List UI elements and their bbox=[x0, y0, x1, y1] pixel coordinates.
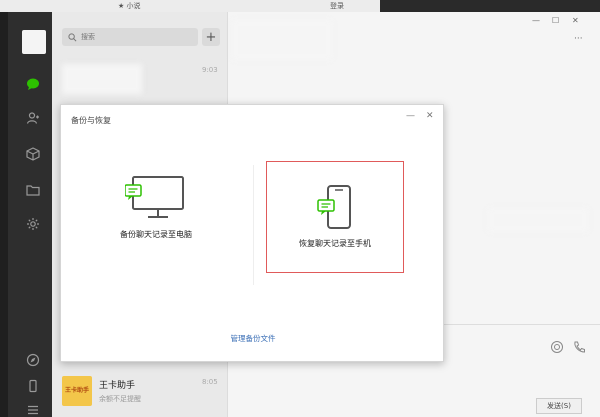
settings-icon[interactable] bbox=[23, 214, 43, 234]
compass-icon[interactable] bbox=[23, 350, 43, 370]
chat-icon[interactable] bbox=[23, 74, 43, 94]
phone-icon[interactable] bbox=[23, 376, 43, 396]
blurred-header bbox=[232, 20, 332, 60]
restore-option-label: 恢复聊天记录至手机 bbox=[299, 239, 371, 248]
chat-time: 9:03 bbox=[202, 66, 218, 74]
search-placeholder: 搜索 bbox=[81, 33, 95, 41]
sidebar-edge bbox=[0, 12, 8, 417]
blurred-message bbox=[488, 208, 588, 232]
close-window-button[interactable]: ✕ bbox=[572, 16, 579, 25]
add-button[interactable]: + bbox=[202, 28, 220, 46]
top-dark-region bbox=[380, 0, 600, 12]
contacts-icon[interactable] bbox=[23, 108, 43, 128]
login-link[interactable]: 登录 bbox=[330, 1, 344, 11]
option-divider bbox=[253, 165, 254, 285]
icon-sidebar bbox=[0, 12, 52, 417]
contact-time: 8:05 bbox=[202, 378, 218, 386]
backup-restore-dialog: 备份与恢复 — ✕ 备份聊天记录至电脑 恢复聊天记录至手机 管理备份文件 bbox=[60, 104, 444, 362]
search-input[interactable]: 搜索 bbox=[62, 28, 198, 46]
record-icon[interactable] bbox=[550, 340, 564, 354]
manage-backup-files-link[interactable]: 管理备份文件 bbox=[61, 333, 445, 344]
dialog-minimize-button[interactable]: — bbox=[406, 111, 415, 121]
menu-icon[interactable] bbox=[23, 400, 43, 417]
phone-device-icon bbox=[317, 185, 351, 229]
folder-icon[interactable] bbox=[23, 180, 43, 200]
restore-to-phone-option[interactable]: 恢复聊天记录至手机 bbox=[266, 161, 404, 273]
maximize-window-button[interactable]: ☐ bbox=[552, 16, 559, 25]
contact-avatar: 王卡助手 bbox=[62, 376, 92, 406]
backup-to-pc-option[interactable]: 备份聊天记录至电脑 bbox=[81, 175, 231, 285]
user-avatar[interactable] bbox=[22, 30, 46, 54]
top-strip: ★ 小说 登录 bbox=[0, 0, 600, 12]
send-button[interactable]: 发送(S) bbox=[536, 398, 582, 414]
favorite-link[interactable]: ★ 小说 bbox=[118, 1, 141, 11]
monitor-icon bbox=[125, 176, 184, 218]
dialog-close-button[interactable]: ✕ bbox=[426, 111, 434, 121]
contact-name: 王卡助手 bbox=[99, 381, 136, 391]
more-button[interactable]: ··· bbox=[574, 34, 583, 44]
contact-subtitle: 余额不足提醒 bbox=[99, 395, 141, 403]
dialog-title: 备份与恢复 bbox=[71, 116, 111, 125]
list-item[interactable]: 王卡助手 王卡助手 余额不足提醒 8:05 bbox=[52, 370, 228, 414]
blurred-chat-item[interactable] bbox=[62, 64, 142, 94]
box-icon[interactable] bbox=[23, 144, 43, 164]
call-icon[interactable] bbox=[572, 340, 586, 354]
search-icon bbox=[68, 32, 77, 41]
backup-option-label: 备份聊天记录至电脑 bbox=[120, 230, 192, 239]
minimize-window-button[interactable]: — bbox=[532, 16, 540, 25]
